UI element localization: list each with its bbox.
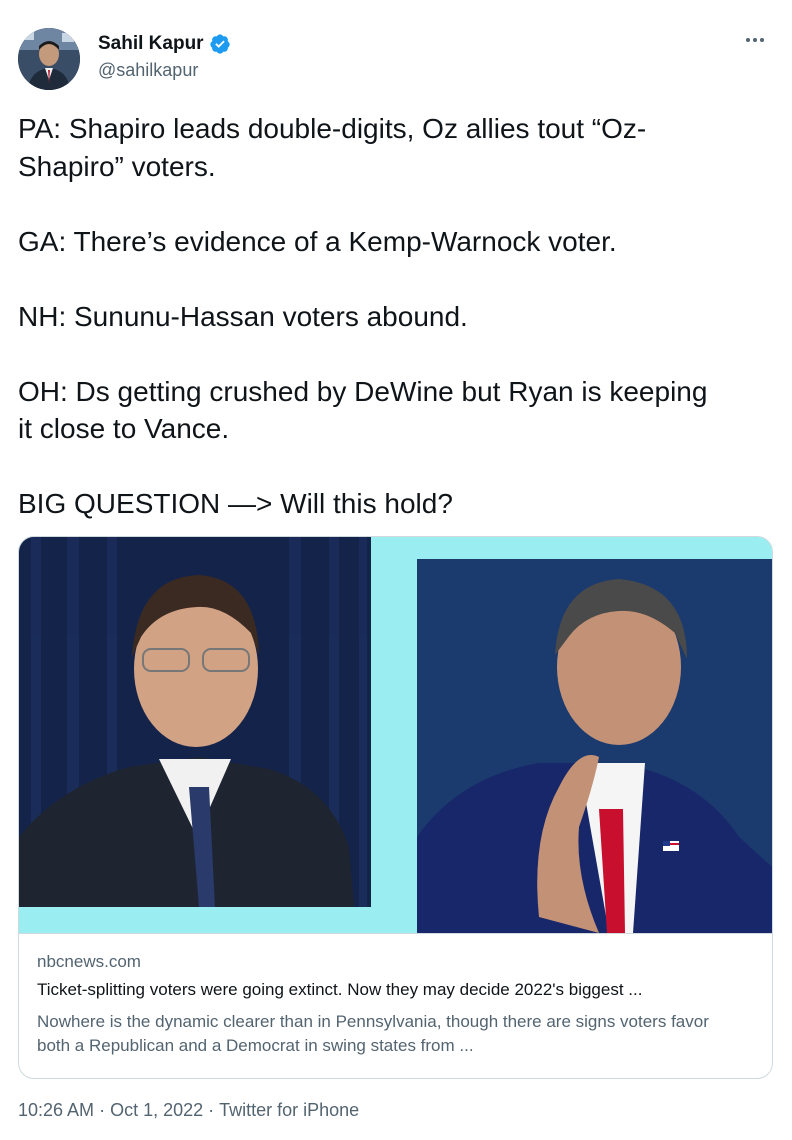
tweet: Sahil Kapur @sahilkapur PA: Shapiro lead… xyxy=(0,0,792,1140)
tweet-line: OH: Ds getting crushed by DeWine but Rya… xyxy=(18,375,708,407)
author-name[interactable]: Sahil Kapur xyxy=(98,33,204,55)
link-card[interactable]: nbcnews.com Ticket-splitting voters were… xyxy=(18,536,773,1079)
tweet-header: Sahil Kapur @sahilkapur xyxy=(18,24,778,94)
tweet-line: GA: There’s evidence of a Kemp-Warnock v… xyxy=(18,225,617,257)
footer-separator: · xyxy=(94,1100,111,1120)
tweet-line: it close to Vance. xyxy=(18,413,230,444)
tweet-line: BIG QUESTION —> Will this hold? xyxy=(18,488,453,519)
tweet-time[interactable]: 10:26 AM xyxy=(18,1100,94,1121)
author-handle[interactable]: @sahilkapur xyxy=(98,60,231,81)
tweet-line: PA: Shapiro leads double-digits, Oz alli… xyxy=(18,113,647,144)
more-options-icon[interactable] xyxy=(740,28,770,52)
tweet-line: Shapiro” voters. xyxy=(18,150,216,182)
tweet-text: PA: Shapiro leads double-digits, Oz alli… xyxy=(18,110,778,523)
tweet-footer: 10:26 AM · Oct 1, 2022 · Twitter for iPh… xyxy=(18,1100,359,1121)
link-card-meta: nbcnews.com Ticket-splitting voters were… xyxy=(19,933,772,1078)
name-row: Sahil Kapur xyxy=(98,32,231,56)
footer-separator: · xyxy=(203,1100,220,1120)
tweet-line: NH: Sununu-Hassan voters abound. xyxy=(18,300,468,332)
tweet-source[interactable]: Twitter for iPhone xyxy=(219,1100,359,1121)
avatar[interactable] xyxy=(18,28,80,90)
link-card-domain: nbcnews.com xyxy=(37,952,141,971)
link-card-title[interactable]: Ticket-splitting voters were going extin… xyxy=(37,980,757,1000)
verified-badge-icon xyxy=(209,34,230,54)
tweet-date[interactable]: Oct 1, 2022 xyxy=(110,1100,203,1121)
link-card-image[interactable] xyxy=(19,537,772,933)
author-block: Sahil Kapur @sahilkapur xyxy=(98,32,231,81)
link-card-description: Nowhere is the dynamic clearer than in P… xyxy=(37,1012,709,1055)
